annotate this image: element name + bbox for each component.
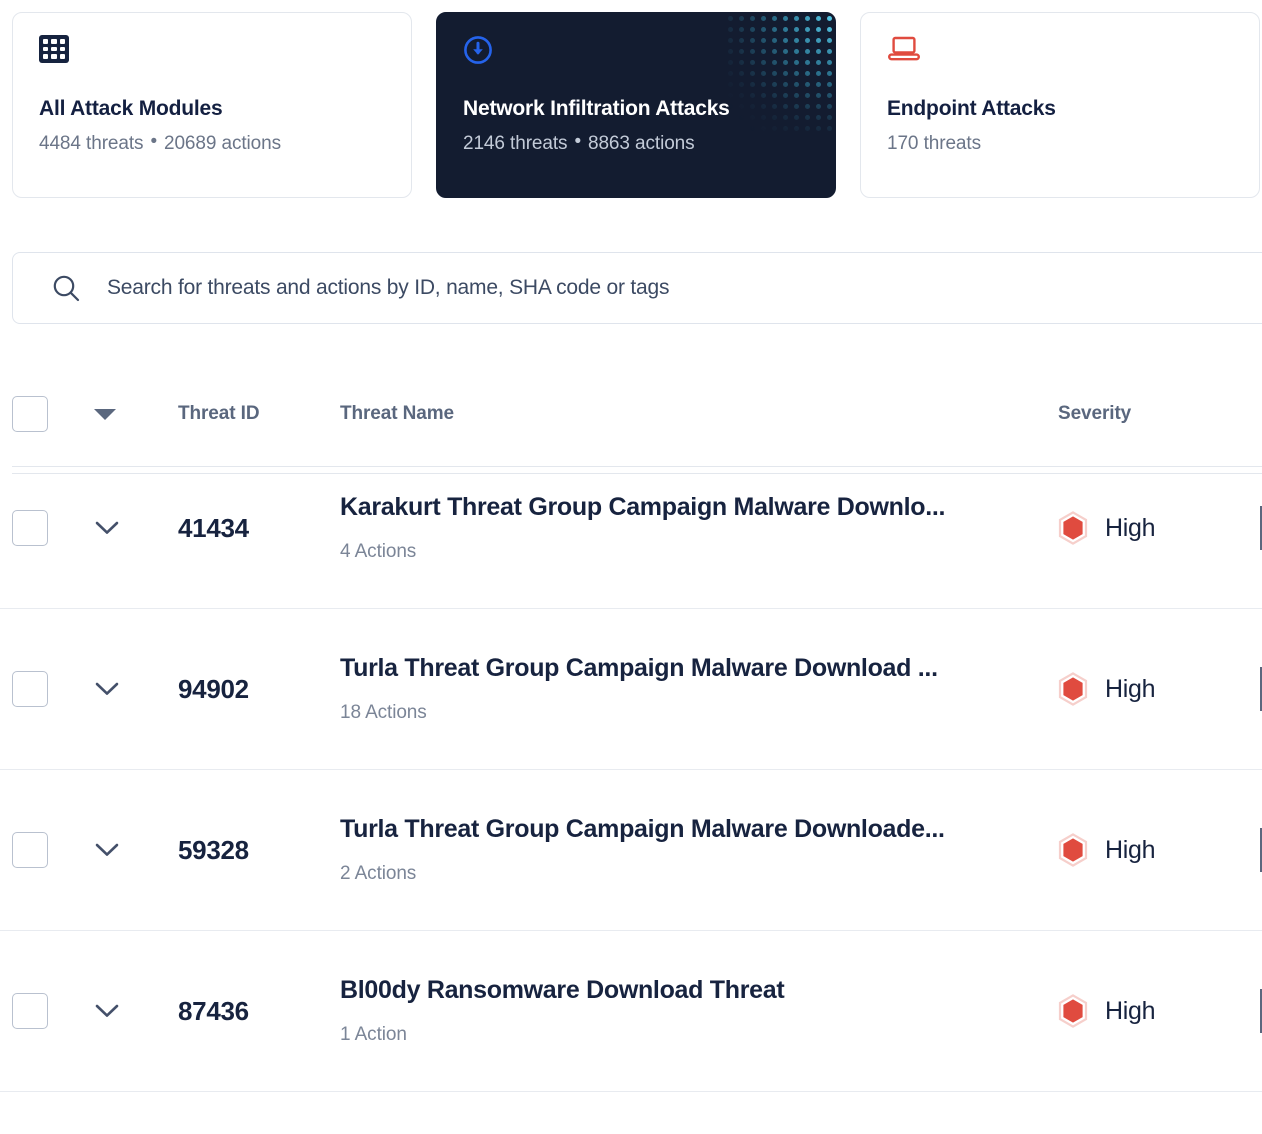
chevron-down-icon[interactable] (94, 520, 120, 536)
threat-action-count: 18 Actions (340, 702, 427, 724)
cell-threat-name: Turla Threat Group Campaign Malware Down… (340, 815, 1058, 886)
severity-label: High (1105, 513, 1156, 542)
severity-hexagon-icon (1058, 994, 1088, 1028)
row-select-cell (12, 671, 94, 707)
status-badge: High (1058, 511, 1156, 545)
cell-threat-id: 59328 (178, 834, 249, 865)
stat-separator: • (150, 131, 157, 152)
header-threat-id[interactable]: Threat ID (178, 403, 340, 425)
sort-toggle-cell (94, 408, 178, 420)
search-icon (53, 275, 80, 302)
card-title: Network Infiltration Attacks (463, 97, 730, 120)
caret-down-icon[interactable] (94, 408, 116, 420)
status-badge: High (1058, 672, 1156, 706)
card-threat-count: 2146 threats (463, 133, 568, 154)
laptop-icon (888, 36, 921, 61)
card-endpoint-attacks[interactable]: Endpoint Attacks 170 threats (860, 12, 1260, 198)
row-checkbox[interactable] (12, 832, 48, 868)
cell-threat-name: Karakurt Threat Group Campaign Malware D… (340, 493, 1058, 564)
card-stats: 4484 threats • 20689 actions (39, 131, 387, 155)
cell-severity: High (1058, 833, 1262, 867)
search-input[interactable] (107, 276, 1107, 300)
threat-name-text[interactable]: Karakurt Threat Group Campaign Malware D… (340, 493, 1058, 522)
row-expand-cell (94, 842, 178, 858)
cell-threat-id: 94902 (178, 673, 249, 704)
select-all-checkbox[interactable] (12, 396, 48, 432)
card-icon-wrap (463, 35, 811, 81)
card-title: All Attack Modules (39, 97, 223, 120)
row-expand-cell (94, 681, 178, 697)
card-threat-count: 4484 threats (39, 133, 144, 154)
threat-action-count: 2 Actions (340, 863, 417, 885)
severity-hexagon-icon (1058, 511, 1088, 545)
table-row[interactable]: 87436 Bl00dy Ransomware Download Threat … (0, 931, 1262, 1092)
attack-module-cards: All Attack Modules 4484 threats • 20689 ac… (0, 0, 1262, 210)
row-select-cell (12, 510, 94, 546)
severity-label: High (1105, 674, 1156, 703)
chevron-down-icon[interactable] (94, 1003, 120, 1019)
search-bar[interactable] (12, 252, 1262, 324)
cell-severity: High (1058, 672, 1262, 706)
row-expand-cell (94, 520, 178, 536)
select-all-cell (12, 396, 94, 432)
grid-icon (39, 35, 69, 63)
download-circle-icon (464, 36, 492, 64)
cell-threat-id: 87436 (178, 995, 249, 1026)
card-stats: 170 threats (887, 133, 1235, 155)
table-row[interactable]: 94902 Turla Threat Group Campaign Malwar… (0, 609, 1262, 770)
status-badge: High (1058, 994, 1156, 1028)
threats-table: Threat ID Threat Name Severity 41434 Kar… (0, 380, 1262, 1092)
card-action-count: 20689 actions (164, 133, 282, 154)
stat-separator: • (574, 131, 581, 152)
table-header-row: Threat ID Threat Name Severity (0, 380, 1262, 474)
card-threat-count: 170 threats (887, 133, 981, 154)
card-stats: 2146 threats • 8863 actions (463, 131, 811, 155)
row-select-cell (12, 832, 94, 868)
row-checkbox[interactable] (12, 671, 48, 707)
cell-threat-id: 41434 (178, 512, 249, 543)
threat-name-text[interactable]: Turla Threat Group Campaign Malware Down… (340, 815, 1058, 844)
chevron-down-icon[interactable] (94, 681, 120, 697)
cell-severity: High (1058, 994, 1262, 1028)
card-network-infiltration-attacks[interactable]: Network Infiltration Attacks 2146 threat… (436, 12, 836, 198)
card-all-attack-modules[interactable]: All Attack Modules 4484 threats • 20689 ac… (12, 12, 412, 198)
severity-label: High (1105, 835, 1156, 864)
header-threat-name[interactable]: Threat Name (340, 403, 1058, 425)
threat-action-count: 4 Actions (340, 541, 417, 563)
status-badge: High (1058, 833, 1156, 867)
row-expand-cell (94, 1003, 178, 1019)
table-row[interactable]: 41434 Karakurt Threat Group Campaign Mal… (0, 448, 1262, 609)
row-select-cell (12, 993, 94, 1029)
row-checkbox[interactable] (12, 993, 48, 1029)
row-checkbox[interactable] (12, 510, 48, 546)
card-title: Endpoint Attacks (887, 97, 1056, 120)
chevron-down-icon[interactable] (94, 842, 120, 858)
table-row[interactable]: 59328 Turla Threat Group Campaign Malwar… (0, 770, 1262, 931)
cell-threat-name: Bl00dy Ransomware Download Threat 1 Acti… (340, 976, 1058, 1047)
threat-library-page: All Attack Modules 4484 threats • 20689 ac… (0, 0, 1262, 1134)
card-action-count: 8863 actions (588, 133, 695, 154)
severity-label: High (1105, 996, 1156, 1025)
card-icon-wrap (887, 35, 1235, 81)
threat-action-count: 1 Action (340, 1024, 407, 1046)
cell-threat-name: Turla Threat Group Campaign Malware Down… (340, 654, 1058, 725)
cell-severity: High (1058, 511, 1262, 545)
header-severity[interactable]: Severity (1058, 403, 1262, 425)
card-icon-wrap (39, 35, 387, 81)
threat-name-text[interactable]: Turla Threat Group Campaign Malware Down… (340, 654, 1058, 683)
severity-hexagon-icon (1058, 672, 1088, 706)
threat-name-text[interactable]: Bl00dy Ransomware Download Threat (340, 976, 1058, 1005)
severity-hexagon-icon (1058, 833, 1088, 867)
